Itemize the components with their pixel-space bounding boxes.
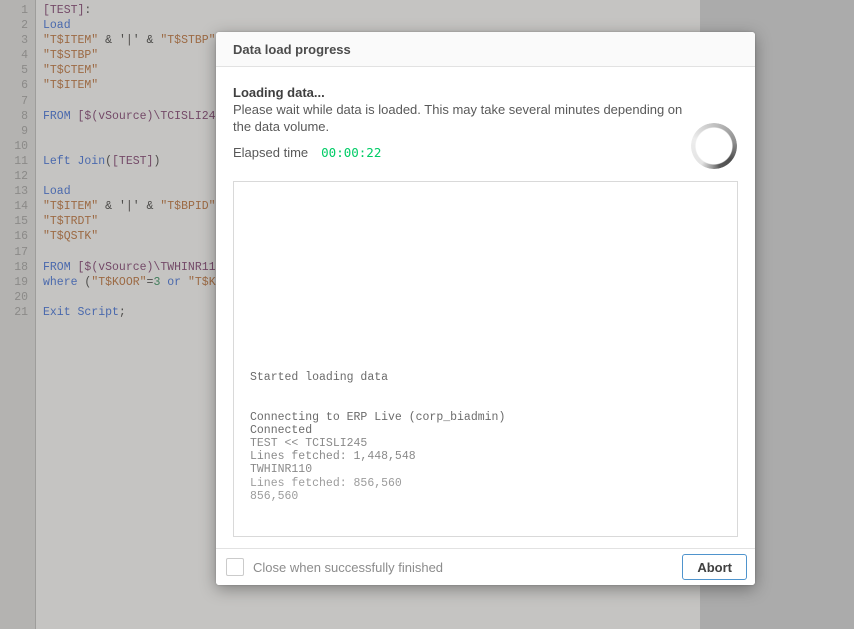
dialog-body: Loading data... Please wait while data i…: [216, 67, 755, 548]
code-text: "T$STBP": [43, 49, 99, 63]
status-heading: Loading data...: [233, 85, 325, 100]
dialog-footer: Close when successfully finished Abort: [216, 548, 755, 585]
line-number: 7: [21, 94, 28, 108]
load-log-box: Started loading data Connecting to ERP Li…: [233, 181, 738, 537]
status-message: Please wait while data is loaded. This m…: [233, 102, 683, 134]
log-line: TWHINR110: [250, 463, 313, 477]
line-number: 18: [14, 260, 28, 274]
code-text: FROM [$(vSource)\TCISLI24: [43, 109, 216, 123]
line-number: 15: [14, 215, 28, 229]
line-number: 1: [21, 4, 28, 17]
line-number: 16: [14, 230, 28, 244]
log-line: Started loading data: [250, 371, 389, 384]
elapsed-time-value: 00:00:22: [321, 145, 382, 160]
line-number: 13: [14, 185, 28, 199]
line-number: 2: [21, 19, 28, 33]
code-text: "T$CTEM": [43, 64, 99, 78]
loading-spinner-icon: [691, 123, 737, 169]
log-line: 856,560: [250, 489, 299, 503]
log-line: Lines fetched: 1,448,548: [250, 450, 416, 464]
dialog-title: Data load progress: [233, 41, 351, 57]
elapsed-time-label: Elapsed time: [233, 145, 309, 160]
load-log-content: Started loading data Connecting to ERP Li…: [250, 371, 721, 503]
data-load-progress-dialog: Data load progress Loading data... Pleas…: [216, 32, 755, 585]
line-number: 9: [21, 124, 28, 138]
code-text: Exit Script;: [43, 305, 126, 319]
line-number: 21: [14, 305, 28, 319]
code-line: 2 Load: [0, 18, 700, 33]
line-number: 17: [14, 245, 28, 259]
code-text: "T$ITEM": [43, 79, 99, 93]
code-text: Load: [43, 185, 71, 199]
log-line: TEST << TCISLI245: [250, 436, 368, 450]
line-number: 4: [21, 49, 28, 63]
code-text: Left Join([TEST]): [43, 154, 161, 168]
elapsed-time-row: Elapsed time 00:00:22: [233, 145, 738, 160]
line-number: 20: [14, 290, 28, 304]
line-number: 3: [21, 34, 28, 48]
line-number: 19: [14, 275, 28, 289]
close-when-finished-checkbox[interactable]: [226, 558, 244, 576]
dialog-header: Data load progress: [216, 32, 755, 67]
close-when-finished-label: Close when successfully finished: [253, 559, 444, 575]
code-text: "T$ITEM" & '|' & "T$BPID": [43, 200, 216, 214]
code-text: where ("T$KOOR"=3 or "T$K: [43, 275, 216, 289]
log-line: Lines fetched: 856,560: [250, 476, 402, 490]
line-number: 8: [21, 109, 28, 123]
line-number: 5: [21, 64, 28, 78]
code-text: [TEST]:: [43, 4, 92, 17]
code-text: FROM [$(vSource)\TWHINR11: [43, 260, 216, 274]
line-number: 11: [14, 154, 28, 168]
line-number: 14: [14, 200, 28, 214]
code-text: "T$TRDT": [43, 215, 99, 229]
code-line: 1 [TEST]:: [0, 3, 700, 18]
code-text: Load: [43, 19, 71, 33]
code-text: "T$ITEM" & '|' & "T$STBP": [43, 34, 216, 48]
code-text: "T$QSTK": [43, 230, 99, 244]
log-line: Connected: [250, 423, 313, 437]
line-number: 12: [14, 170, 28, 184]
log-line: Connecting to ERP Live (corp_biadmin): [250, 410, 506, 424]
line-number: 6: [21, 79, 28, 93]
line-number: 10: [14, 139, 28, 153]
abort-button[interactable]: Abort: [682, 554, 747, 580]
